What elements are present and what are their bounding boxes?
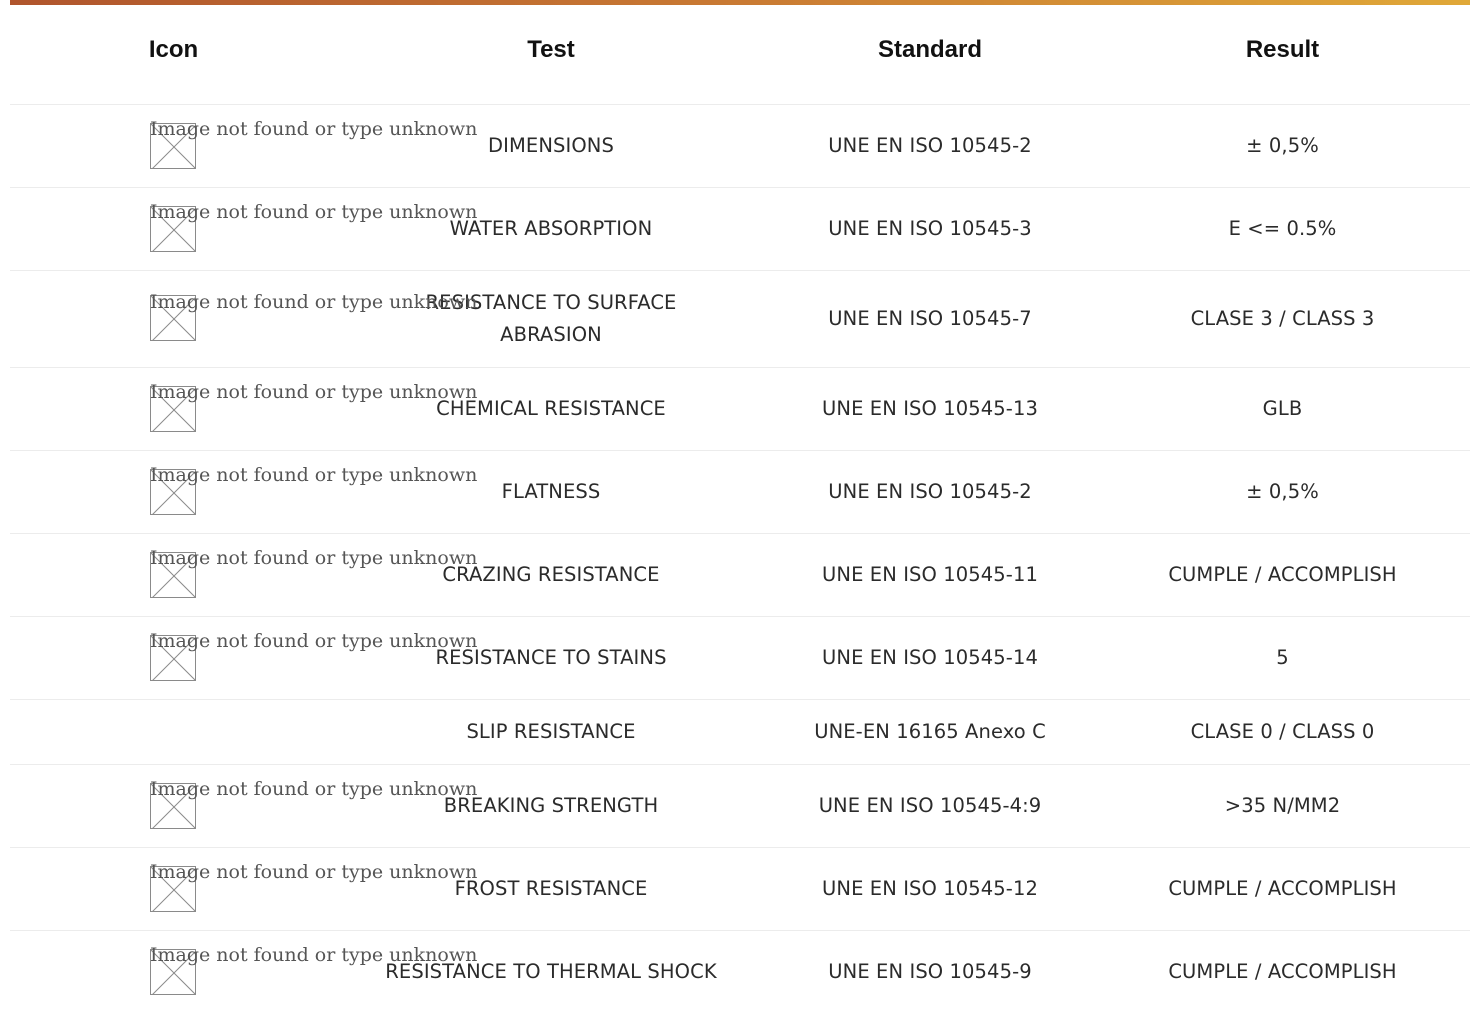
table-header-row: Icon Test Standard Result [10,5,1470,105]
broken-image-alt-text: Image not found or type unknown [150,944,478,966]
standard-cell: UNE EN ISO 10545-2 [828,134,1032,157]
result-cell: CLASE 0 / CLASS 0 [1190,720,1375,743]
header-icon: Icon [148,36,199,63]
icon-cell: Image not found or type unknown [10,848,477,930]
icon-cell: Image not found or type unknown [10,188,477,270]
table-row: Image not found or type unknown RESISTAN… [10,931,1470,1013]
icon-cell: Image not found or type unknown [10,931,477,1013]
table-row: SLIP RESISTANCE UNE-EN 16165 Anexo C CLA… [10,700,1470,765]
icon-cell: Image not found or type unknown [10,534,477,616]
table-row: Image not found or type unknown DIMENSIO… [10,105,1470,188]
table-row: Image not found or type unknown BREAKING… [10,765,1470,848]
icon-cell: Image not found or type unknown [10,765,477,847]
header-standard: Standard [877,36,982,63]
broken-image-alt-text: Image not found or type unknown [150,861,478,883]
standard-cell: UNE EN ISO 10545-2 [828,480,1032,503]
table-row: Image not found or type unknown RESISTAN… [10,617,1470,700]
spec-table: Icon Test Standard Result Image not foun… [10,0,1470,1005]
icon-cell: Image not found or type unknown [10,451,477,533]
table-row: Image not found or type unknown CRAZING … [10,534,1470,617]
table-row: Image not found or type unknown RESISTAN… [10,271,1470,368]
result-cell: GLB [1262,397,1303,420]
table-row: Image not found or type unknown CHEMICAL… [10,368,1470,451]
standard-cell: UNE EN ISO 10545-14 [822,646,1038,669]
table-row: Image not found or type unknown FROST RE… [10,848,1470,931]
result-cell: >35 N/MM2 [1224,794,1341,817]
result-cell: CUMPLE / ACCOMPLISH [1168,960,1397,983]
result-cell: ± 0,5% [1246,134,1319,157]
table-row: Image not found or type unknown WATER AB… [10,188,1470,271]
standard-cell: UNE EN ISO 10545-13 [822,397,1038,420]
icon-cell-empty [10,700,337,764]
header-test: Test [527,36,575,63]
standard-cell: UNE-EN 16165 Anexo C [814,720,1046,743]
icon-cell: Image not found or type unknown [10,368,477,450]
test-cell: RESISTANCE TO SURFACE ABRASION [425,291,677,346]
standard-cell: UNE EN ISO 10545-4:9 [818,794,1042,817]
icon-cell: Image not found or type unknown [10,617,477,699]
icon-cell: Image not found or type unknown [10,271,477,367]
standard-cell: UNE EN ISO 10545-3 [828,217,1032,240]
broken-image-alt-text: Image not found or type unknown [150,118,478,140]
broken-image-alt-text: Image not found or type unknown [150,201,478,223]
standard-cell: UNE EN ISO 10545-11 [822,563,1038,586]
test-cell: SLIP RESISTANCE [466,720,636,743]
broken-image-alt-text: Image not found or type unknown [150,464,478,486]
standard-cell: UNE EN ISO 10545-7 [828,307,1032,330]
result-cell: E <= 0.5% [1228,217,1337,240]
broken-image-alt-text: Image not found or type unknown [150,630,478,652]
result-cell: ± 0,5% [1246,480,1319,503]
standard-cell: UNE EN ISO 10545-9 [828,960,1032,983]
broken-image-alt-text: Image not found or type unknown [150,778,478,800]
header-result: Result [1245,36,1320,63]
broken-image-alt-text: Image not found or type unknown [150,547,478,569]
table-row: Image not found or type unknown FLATNESS… [10,451,1470,534]
result-cell: 5 [1276,646,1289,669]
broken-image-alt-text: Image not found or type unknown [150,381,478,403]
icon-cell: Image not found or type unknown [10,105,477,187]
standard-cell: UNE EN ISO 10545-12 [822,877,1038,900]
result-cell: CUMPLE / ACCOMPLISH [1168,877,1397,900]
broken-image-alt-text: Image not found or type unknown [150,291,478,313]
result-cell: CLASE 3 / CLASS 3 [1190,307,1375,330]
result-cell: CUMPLE / ACCOMPLISH [1168,563,1397,586]
